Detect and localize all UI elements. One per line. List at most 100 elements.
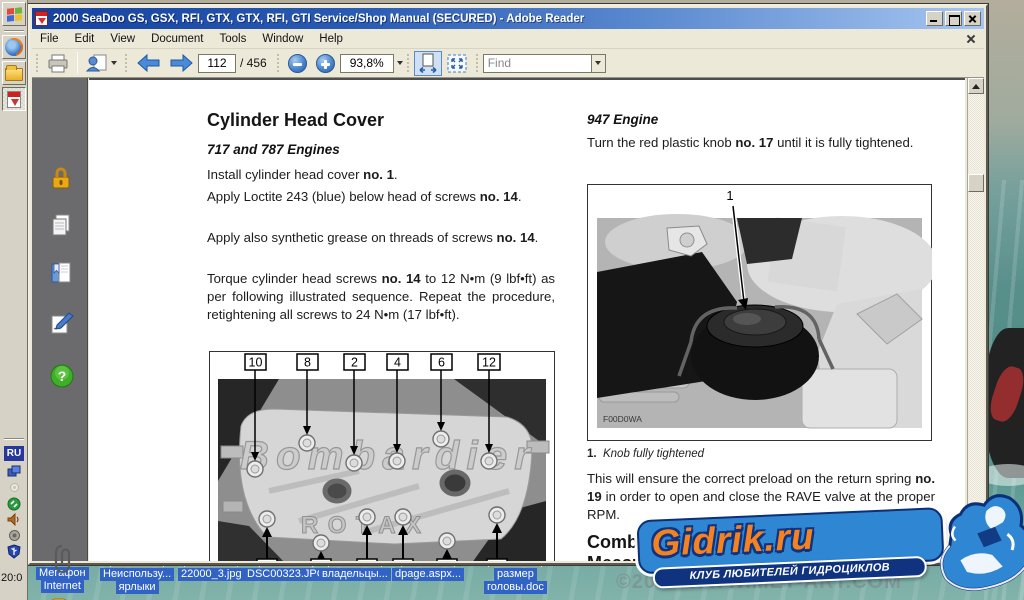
- svg-text:6: 6: [438, 356, 445, 370]
- menu-help[interactable]: Help: [311, 30, 351, 48]
- volume-icon[interactable]: [6, 512, 22, 527]
- security-lock-icon[interactable]: [49, 166, 73, 190]
- toolbar-grip[interactable]: [35, 53, 40, 73]
- svg-text:?: ?: [58, 368, 67, 384]
- page-scroll-icon: [418, 53, 438, 74]
- fit-page-button[interactable]: [442, 51, 472, 76]
- menu-document[interactable]: Document: [143, 30, 211, 48]
- collaborate-button[interactable]: [82, 51, 121, 76]
- signature-panel-icon[interactable]: [49, 311, 73, 335]
- scrollbar-thumb[interactable]: [968, 174, 984, 192]
- arrow-right-icon: [169, 53, 194, 73]
- zoom-out-icon: [288, 54, 307, 73]
- taskbar-separator: [4, 30, 24, 32]
- help-icon[interactable]: ?: [49, 363, 73, 387]
- title-bar[interactable]: 2000 SeaDoo GS, GSX, RFI, GTX, GTX, RFI,…: [32, 8, 984, 29]
- previous-page-button[interactable]: [132, 51, 165, 76]
- folder-icon: [5, 68, 23, 81]
- toolbar-grip[interactable]: [406, 53, 411, 73]
- wallpaper-jetski-photo: [984, 328, 1024, 478]
- start-button[interactable]: [2, 2, 26, 26]
- chevron-down-icon: [111, 61, 117, 65]
- paragraph: Apply also synthetic grease on threads o…: [207, 229, 555, 247]
- section-heading: Cylinder Head Cover: [207, 110, 557, 131]
- bookmarks-panel-icon[interactable]: [49, 261, 73, 285]
- device-icon[interactable]: [6, 528, 22, 543]
- attachments-panel-icon[interactable]: [49, 543, 73, 567]
- zoom-in-icon: [316, 54, 335, 73]
- paragraph: Install cylinder head cover no. 1.: [207, 166, 557, 184]
- svg-text:4: 4: [394, 356, 401, 370]
- minimize-button[interactable]: [926, 11, 943, 26]
- arrow-left-icon: [136, 53, 161, 73]
- menu-view[interactable]: View: [102, 30, 143, 48]
- tray-separator: [4, 438, 24, 440]
- document-page[interactable]: Cylinder Head Cover 717 and 787 Engines …: [89, 78, 965, 561]
- figure-caption: 1. Knob fully tightened: [587, 447, 935, 461]
- close-button[interactable]: [964, 11, 981, 26]
- toolbar-grip[interactable]: [276, 53, 281, 73]
- menu-tools[interactable]: Tools: [212, 30, 255, 48]
- scrolling-mode-button[interactable]: [414, 51, 442, 76]
- connection-icon[interactable]: [6, 496, 22, 511]
- paragraph: Apply Loctite 243 (blue) below head of s…: [207, 188, 555, 206]
- zoom-out-button[interactable]: [284, 51, 312, 76]
- adobe-reader-app-icon: [35, 11, 48, 26]
- menu-window[interactable]: Window: [254, 30, 311, 48]
- find-input[interactable]: [483, 54, 591, 73]
- comments-panel-icon[interactable]: [49, 596, 73, 600]
- quicklaunch-firefox-button[interactable]: [2, 35, 26, 59]
- toolbar-separator: [77, 52, 78, 74]
- settings-icon[interactable]: [6, 480, 22, 495]
- fit-page-icon: [446, 53, 468, 74]
- page-total-label: / 456: [240, 54, 267, 73]
- taskbar-adobe-reader-button[interactable]: [2, 87, 26, 111]
- language-indicator[interactable]: RU: [4, 446, 24, 461]
- vertical-taskbar: RU 20:0: [0, 0, 28, 600]
- taskbar-clock[interactable]: 20:0: [1, 572, 28, 584]
- usb-safely-remove-icon[interactable]: [6, 544, 22, 559]
- next-page-button[interactable]: [165, 51, 198, 76]
- subsection-heading: 947 Engine: [587, 112, 937, 128]
- maximize-button[interactable]: [945, 11, 962, 26]
- person-page-icon: [86, 53, 108, 73]
- toolbar: / 456 93,8%: [32, 49, 984, 78]
- jetski-rider-icon: [927, 487, 1024, 597]
- zoom-dropdown-icon[interactable]: [397, 61, 403, 65]
- windows-logo-icon: [7, 7, 22, 22]
- page-number-input[interactable]: [198, 54, 236, 73]
- svg-text:8: 8: [304, 356, 311, 370]
- pages-panel-icon[interactable]: [49, 213, 73, 237]
- paragraph: Torque cylinder head screws no. 14 to 12…: [207, 270, 555, 325]
- menu-file[interactable]: File: [32, 30, 67, 48]
- desktop: МегафонInternet Неиспользу...ярлыки 2200…: [0, 0, 1024, 600]
- paragraph: Turn the red plastic knob no. 17 until i…: [587, 134, 935, 152]
- torque-sequence-figure: Bombardier ROTAX: [209, 351, 555, 561]
- menu-edit[interactable]: Edit: [67, 30, 103, 48]
- scroll-up-button[interactable]: [968, 78, 984, 94]
- svg-text:1: 1: [726, 188, 733, 203]
- knob-figure: 1 F00D0WA: [587, 184, 932, 446]
- network-icon[interactable]: [6, 464, 22, 479]
- zoom-level-box[interactable]: 93,8%: [340, 54, 394, 73]
- toolbar-close-icon[interactable]: [966, 34, 976, 44]
- navigation-pane: ?: [32, 78, 88, 561]
- gidrik-watermark-logo: Gidrik.ru КЛУБ ЛЮБИТЕЛЕЙ ГИДРОЦИКЛОВ: [628, 495, 1024, 600]
- find-dropdown-button[interactable]: [591, 54, 606, 73]
- quicklaunch-explorer-button[interactable]: [2, 61, 26, 85]
- triangle-up-icon: [972, 84, 980, 89]
- zoom-in-button[interactable]: [312, 51, 340, 76]
- svg-text:12: 12: [482, 356, 496, 370]
- toolbar-grip[interactable]: [475, 53, 480, 73]
- window-title: 2000 SeaDoo GS, GSX, RFI, GTX, GTX, RFI,…: [53, 9, 924, 29]
- subsection-heading: 717 and 787 Engines: [207, 142, 557, 158]
- menu-bar: File Edit View Document Tools Window Hel…: [32, 30, 984, 49]
- pdf-document-icon: [7, 91, 21, 108]
- adobe-reader-window: 2000 SeaDoo GS, GSX, RFI, GTX, GTX, RFI,…: [28, 4, 988, 565]
- chevron-down-icon: [595, 61, 601, 65]
- svg-text:10: 10: [249, 356, 263, 370]
- printer-icon: [47, 54, 69, 73]
- toolbar-grip[interactable]: [124, 53, 129, 73]
- firefox-icon: [5, 38, 23, 56]
- print-button[interactable]: [43, 51, 73, 76]
